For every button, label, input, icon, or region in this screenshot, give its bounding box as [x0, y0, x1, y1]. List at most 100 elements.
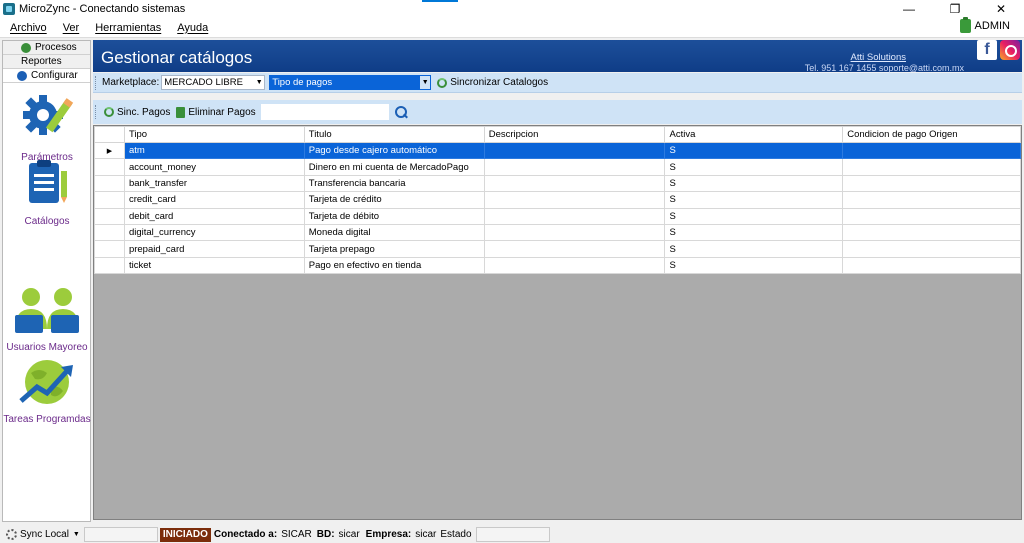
sidebar-item-catalogos[interactable]: Catálogos	[3, 159, 91, 227]
cell-activa[interactable]: S	[664, 191, 844, 209]
menu-archivo[interactable]: Archivo	[10, 22, 47, 34]
delete-payments-button[interactable]: Eliminar Pagos	[176, 106, 256, 118]
cell-titulo[interactable]: Tarjeta de débito	[303, 207, 485, 225]
cell-condicion[interactable]	[842, 207, 1021, 225]
company-link[interactable]: Atti Solutions	[851, 52, 906, 63]
cell-descripcion[interactable]	[483, 158, 666, 176]
cell-tipo[interactable]: ticket	[123, 256, 305, 275]
row-selector[interactable]	[94, 240, 125, 258]
sync-catalogs-button[interactable]: Sincronizar Catalogos	[437, 77, 548, 88]
cell-descripcion[interactable]	[483, 223, 666, 242]
cell-condicion[interactable]	[842, 191, 1021, 209]
cell-tipo[interactable]: digital_currency	[123, 223, 305, 242]
table-row[interactable]: prepaid_card Tarjeta prepago S	[94, 240, 1021, 258]
progress-box	[83, 527, 158, 542]
user-menu[interactable]: ADMIN	[959, 17, 1010, 33]
cell-tipo[interactable]: bank_transfer	[123, 174, 305, 193]
window-title: MicroZync - Conectando sistemas	[19, 3, 186, 15]
gear-pencil-icon	[23, 95, 74, 135]
tab-configurar[interactable]: Configurar	[3, 69, 90, 83]
cell-tipo[interactable]: prepaid_card	[123, 240, 305, 258]
menu-herramientas[interactable]: Herramientas	[95, 22, 161, 34]
cell-activa[interactable]: S	[664, 256, 844, 275]
cell-condicion[interactable]	[842, 174, 1021, 193]
menu-ayuda[interactable]: Ayuda	[177, 22, 208, 34]
cell-tipo[interactable]: credit_card	[123, 191, 305, 209]
tab-reportes[interactable]: Reportes	[3, 55, 90, 69]
table-row[interactable]: credit_card Tarjeta de crédito S	[94, 191, 1021, 209]
column-condicion-pago-origen[interactable]: Condicion de pago Origen	[842, 126, 1021, 143]
sidebar-item-parametros[interactable]: Parámetros	[3, 89, 91, 163]
cell-condicion[interactable]	[842, 141, 1021, 160]
table-row[interactable]: ticket Pago en efectivo en tienda S	[94, 256, 1021, 275]
payments-table: Tipo Titulo Descripcion Activa Condicion…	[94, 126, 1021, 275]
row-selector[interactable]	[94, 191, 125, 209]
menu-ver[interactable]: Ver	[63, 22, 80, 34]
cell-descripcion[interactable]	[483, 191, 666, 209]
cell-descripcion[interactable]	[483, 174, 666, 193]
row-header-corner	[94, 126, 125, 143]
cell-titulo[interactable]: Pago en efectivo en tienda	[303, 256, 485, 275]
row-selector[interactable]	[94, 256, 125, 275]
cell-condicion[interactable]	[842, 223, 1021, 242]
marketplace-label: Marketplace:	[102, 77, 160, 88]
sync-local-dropdown[interactable]: Sync Local	[20, 529, 69, 540]
column-activa[interactable]: Activa	[664, 126, 844, 143]
cell-condicion[interactable]	[842, 256, 1021, 275]
toolbar-grip[interactable]	[95, 105, 98, 119]
cell-descripcion[interactable]	[483, 141, 666, 160]
cell-titulo[interactable]: Dinero en mi cuenta de MercadoPago	[303, 158, 485, 176]
catalog-select[interactable]: Tipo de pagos ▼	[269, 75, 432, 90]
tab-procesos[interactable]: Procesos	[3, 41, 90, 55]
restore-button[interactable]: ❐	[932, 0, 978, 18]
cell-titulo[interactable]: Tarjeta de crédito	[303, 191, 485, 209]
column-tipo[interactable]: Tipo	[123, 126, 305, 143]
cell-descripcion[interactable]	[483, 207, 666, 225]
row-selector[interactable]	[94, 158, 125, 176]
row-selector[interactable]	[94, 207, 125, 225]
cell-titulo[interactable]: Transferencia bancaria	[303, 174, 485, 193]
search-input[interactable]	[259, 103, 390, 121]
clipboard-icon	[29, 160, 67, 203]
row-selector[interactable]	[94, 174, 125, 193]
minimize-button[interactable]: —	[886, 0, 932, 18]
cell-tipo[interactable]: debit_card	[123, 207, 305, 225]
cell-titulo[interactable]: Pago desde cajero automático	[303, 141, 485, 160]
cell-activa[interactable]: S	[664, 223, 844, 242]
column-titulo[interactable]: Titulo	[303, 126, 485, 143]
sidebar-item-usuarios-mayoreo[interactable]: Usuarios Mayoreo	[3, 285, 91, 353]
search-icon[interactable]	[394, 105, 408, 119]
db-label: BD:	[316, 529, 335, 540]
user-name: ADMIN	[974, 20, 1010, 32]
table-row[interactable]: ▶ atm Pago desde cajero automático S	[94, 141, 1021, 160]
table-row[interactable]: account_money Dinero en mi cuenta de Mer…	[94, 158, 1021, 176]
cell-titulo[interactable]: Tarjeta prepago	[303, 240, 485, 258]
cell-titulo[interactable]: Moneda digital	[303, 223, 485, 242]
cell-condicion[interactable]	[842, 158, 1021, 176]
cell-activa[interactable]: S	[664, 240, 844, 258]
cell-condicion[interactable]	[842, 240, 1021, 258]
table-row[interactable]: debit_card Tarjeta de débito S	[94, 207, 1021, 225]
toolbar-grip[interactable]	[95, 75, 98, 90]
cell-tipo[interactable]: atm	[123, 141, 305, 160]
row-selector-icon[interactable]: ▶	[94, 141, 125, 160]
table-row[interactable]: digital_currency Moneda digital S	[94, 223, 1021, 242]
chevron-down-icon[interactable]: ▼	[73, 531, 80, 538]
table-row[interactable]: bank_transfer Transferencia bancaria S	[94, 174, 1021, 193]
sync-payments-button[interactable]: Sinc. Pagos	[104, 107, 170, 118]
cell-tipo[interactable]: account_money	[123, 158, 305, 176]
facebook-icon[interactable]: f	[977, 40, 997, 60]
sidebar-item-tareas-programadas[interactable]: Tareas Programdas	[3, 357, 91, 425]
marketplace-select[interactable]: MERCADO LIBRE ▼	[161, 75, 266, 90]
row-selector[interactable]	[94, 223, 125, 242]
cell-activa[interactable]: S	[664, 174, 844, 193]
column-descripcion[interactable]: Descripcion	[483, 126, 666, 143]
instagram-icon[interactable]	[1000, 40, 1020, 60]
close-button[interactable]: ✕	[978, 0, 1024, 18]
cell-activa[interactable]: S	[664, 207, 844, 225]
cell-activa[interactable]: S	[664, 141, 844, 160]
cell-descripcion[interactable]	[483, 256, 666, 275]
cell-activa[interactable]: S	[664, 158, 844, 176]
title-accent	[422, 0, 458, 2]
cell-descripcion[interactable]	[483, 240, 666, 258]
